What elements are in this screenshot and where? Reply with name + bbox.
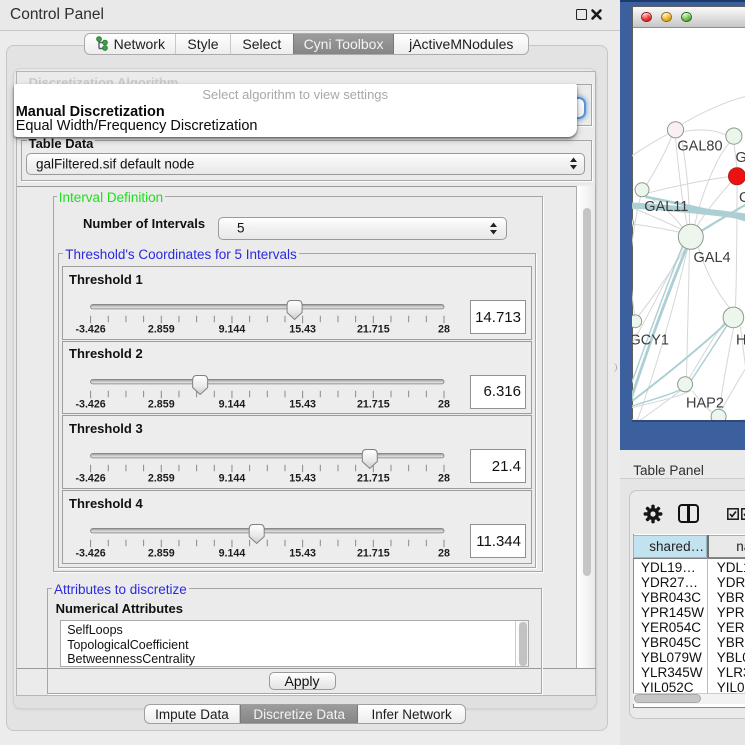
svg-text:28: 28 bbox=[438, 398, 450, 410]
svg-text:-3.426: -3.426 bbox=[75, 323, 105, 335]
svg-text:-3.426: -3.426 bbox=[75, 398, 105, 410]
svg-text:28: 28 bbox=[438, 548, 450, 560]
svg-text:GAL11: GAL11 bbox=[644, 199, 688, 215]
svg-text:15.43: 15.43 bbox=[289, 548, 316, 560]
svg-text:9.144: 9.144 bbox=[219, 473, 246, 485]
svg-text:2.859: 2.859 bbox=[148, 398, 175, 410]
svg-text:GAL80: GAL80 bbox=[677, 138, 722, 154]
svg-text:2.859: 2.859 bbox=[148, 473, 175, 485]
svg-text:15.43: 15.43 bbox=[289, 473, 316, 485]
svg-text:28: 28 bbox=[438, 473, 450, 485]
svg-text:21.715: 21.715 bbox=[357, 323, 390, 335]
svg-text:GA: GA bbox=[735, 150, 745, 166]
svg-text:21.715: 21.715 bbox=[357, 548, 390, 560]
svg-text:28: 28 bbox=[438, 323, 450, 335]
svg-text:2.859: 2.859 bbox=[148, 548, 175, 560]
svg-text:-3.426: -3.426 bbox=[75, 473, 105, 485]
svg-text:GAL4: GAL4 bbox=[693, 250, 730, 266]
svg-text:GCY1: GCY1 bbox=[632, 332, 669, 348]
svg-text:HAP2: HAP2 bbox=[686, 395, 724, 411]
svg-text:9.144: 9.144 bbox=[219, 323, 246, 335]
svg-text:21.715: 21.715 bbox=[357, 398, 390, 410]
svg-text:-3.426: -3.426 bbox=[75, 548, 105, 560]
svg-text:9.144: 9.144 bbox=[219, 548, 246, 560]
svg-text:G: G bbox=[739, 190, 745, 206]
svg-text:21.715: 21.715 bbox=[357, 473, 390, 485]
svg-text:2.859: 2.859 bbox=[148, 323, 175, 335]
svg-text:15.43: 15.43 bbox=[289, 323, 316, 335]
svg-text:9.144: 9.144 bbox=[219, 398, 246, 410]
svg-text:15.43: 15.43 bbox=[289, 398, 316, 410]
svg-text:H: H bbox=[736, 332, 745, 348]
